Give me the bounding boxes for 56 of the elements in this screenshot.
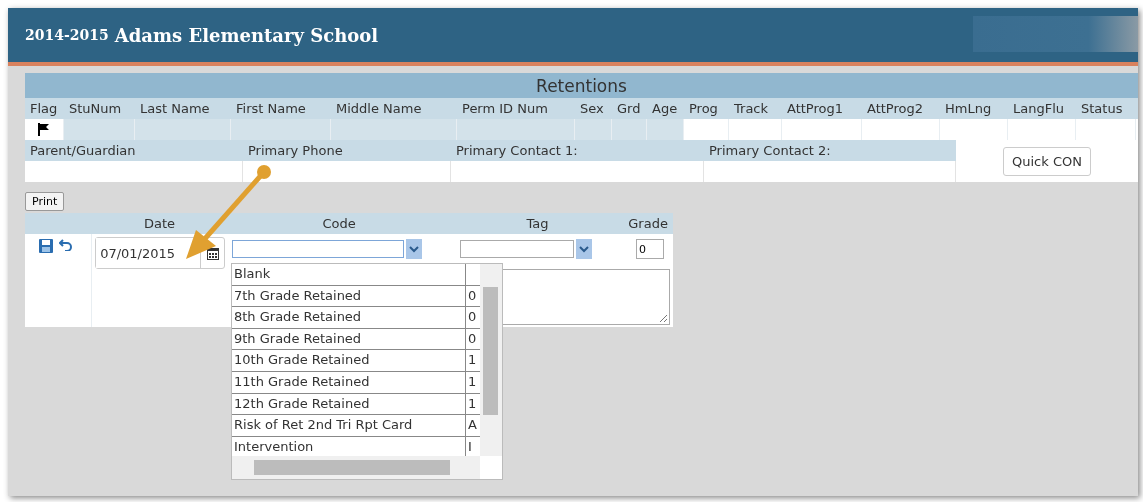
dropdown-option[interactable]: 9th Grade Retained (232, 328, 466, 350)
dropdown-option[interactable]: Blank (232, 264, 466, 285)
column-header: Date (143, 215, 177, 233)
column-header: HmLng (944, 100, 993, 118)
column-header: Perm ID Num (461, 100, 549, 118)
panel-title: Retentions (25, 73, 1138, 98)
column-header: Grade (627, 215, 669, 233)
vertical-scrollbar[interactable] (480, 264, 502, 456)
column-header: Parent/Guardian (29, 142, 137, 160)
column-header: Age (651, 100, 679, 118)
print-button[interactable]: Print (25, 192, 65, 211)
calendar-icon[interactable] (206, 246, 219, 260)
save-icon[interactable] (39, 239, 53, 253)
column-header: Last Name (139, 100, 211, 118)
option-code: 1 (468, 373, 477, 389)
resize-grip-icon[interactable] (659, 314, 667, 322)
dropdown-option[interactable]: 12th Grade Retained (232, 393, 466, 415)
column-header: LangFlu (1012, 100, 1066, 118)
flag-icon (37, 123, 51, 136)
column-header: Primary Contact 1: (455, 142, 579, 160)
column-header: Flag (29, 100, 59, 118)
column-header: Middle Name (335, 100, 423, 118)
tag-field[interactable] (460, 240, 574, 258)
column-header: Tag (525, 215, 550, 233)
undo-icon[interactable] (59, 239, 73, 251)
column-header: AttProg2 (866, 100, 924, 118)
code-field[interactable] (232, 240, 404, 258)
date-field[interactable]: 07/01/2015 (95, 237, 225, 269)
column-header: Grd (616, 100, 642, 118)
school-year: 2014-2015 (25, 27, 109, 43)
option-code: 0 (468, 309, 477, 325)
column-header: Code (321, 215, 357, 233)
horizontal-scrollbar[interactable] (232, 456, 480, 479)
dropdown-option[interactable]: 11th Grade Retained (232, 371, 466, 393)
dropdown-option[interactable]: 8th Grade Retained (232, 307, 466, 328)
column-header: Status (1080, 100, 1124, 118)
dropdown-option[interactable]: 7th Grade Retained (232, 285, 466, 307)
column-header: Primary Phone (247, 142, 344, 160)
column-header: Track (733, 100, 770, 118)
dropdown-option[interactable]: 10th Grade Retained (232, 350, 466, 371)
column-header: StuNum (68, 100, 123, 118)
option-code: 1 (468, 395, 477, 411)
option-code: 0 (468, 330, 477, 346)
grade-field[interactable]: 0 (636, 239, 664, 259)
quick-con-button[interactable]: Quick CON (1003, 146, 1091, 176)
column-header: Prog (688, 100, 719, 118)
option-code: 1 (468, 352, 477, 368)
option-code: I (468, 438, 472, 454)
column-header: First Name (235, 100, 307, 118)
column-header: AttProg1 (786, 100, 844, 118)
school-name: Adams Elementary School (114, 24, 379, 46)
column-header: Sex (579, 100, 605, 118)
option-code: 0 (468, 287, 477, 303)
column-header: Primary Contact 2: (708, 142, 832, 160)
dropdown-option[interactable]: Risk of Ret 2nd Tri Rpt Card (232, 415, 466, 436)
option-code: A (468, 417, 477, 433)
